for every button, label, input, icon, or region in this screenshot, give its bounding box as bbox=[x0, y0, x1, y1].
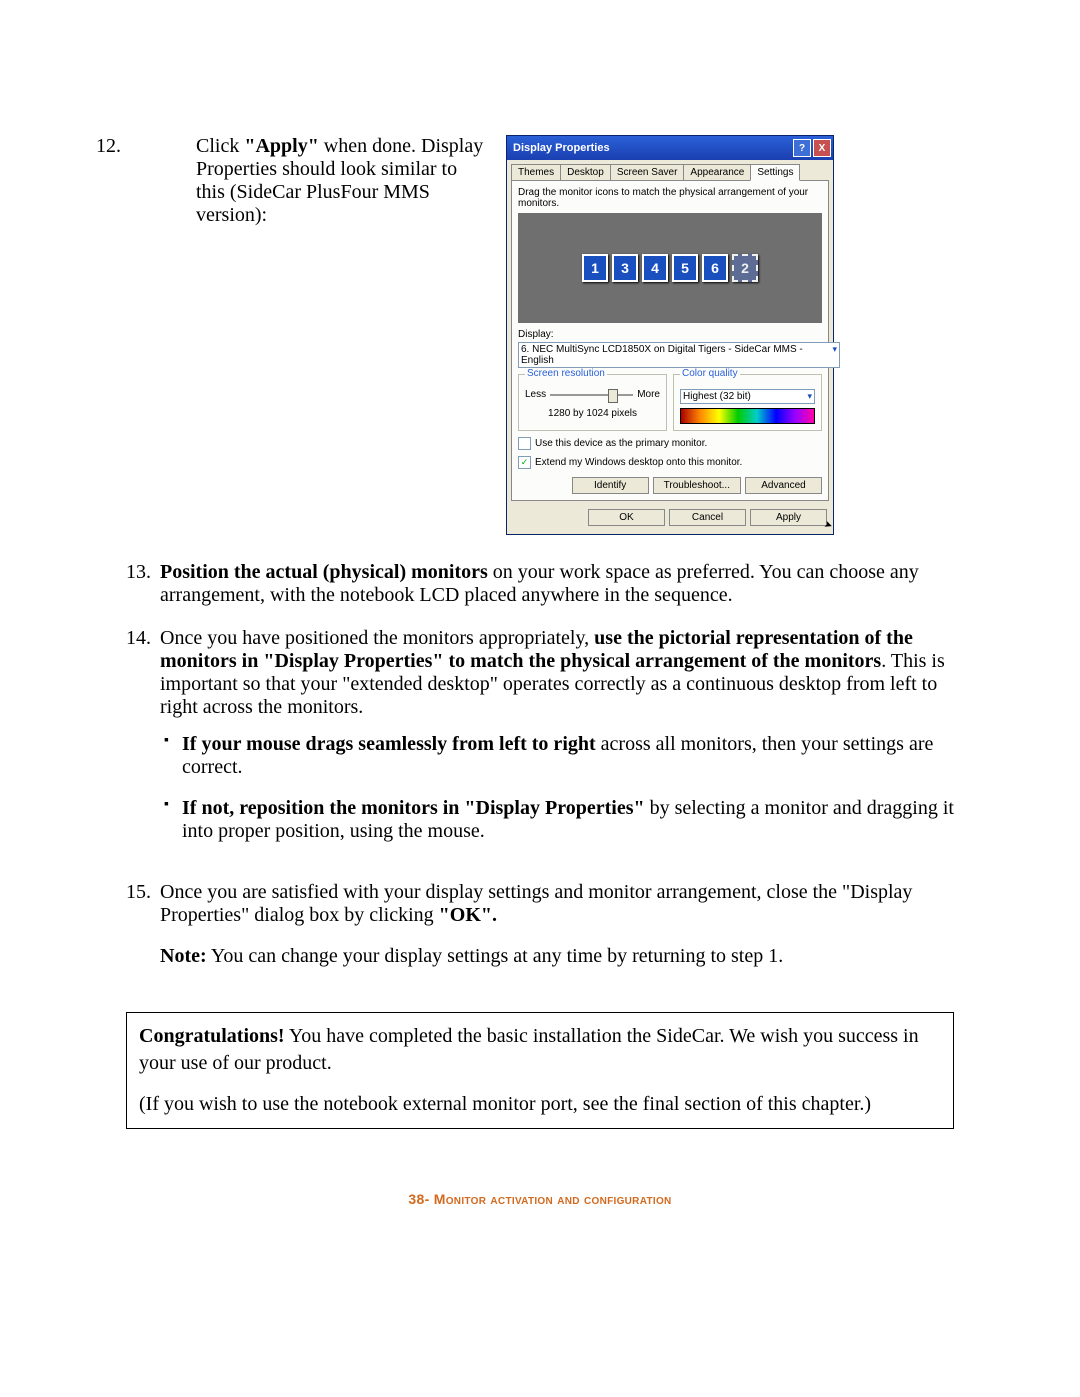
display-label: Display: bbox=[518, 329, 822, 340]
monitor-icon[interactable]: 6 bbox=[702, 254, 728, 282]
tab-settings[interactable]: Settings bbox=[750, 164, 800, 181]
slider-less-label: Less bbox=[525, 389, 546, 400]
primary-monitor-checkbox[interactable] bbox=[518, 437, 531, 450]
help-button[interactable]: ? bbox=[793, 139, 811, 157]
cancel-button[interactable]: Cancel bbox=[669, 509, 746, 526]
apply-button[interactable]: Apply bbox=[750, 509, 827, 526]
page-number: 38- bbox=[408, 1191, 429, 1207]
note-text: You can change your display settings at … bbox=[207, 945, 784, 967]
troubleshoot-button[interactable]: Troubleshoot... bbox=[653, 477, 741, 494]
step-number: 12. bbox=[96, 135, 121, 158]
close-button[interactable]: X bbox=[813, 139, 831, 157]
tab-themes[interactable]: Themes bbox=[511, 164, 561, 180]
monitor-icon[interactable]: 2 bbox=[732, 254, 758, 282]
monitor-arrangement-area[interactable]: 1 3 4 5 6 2 bbox=[518, 213, 822, 323]
color-preview bbox=[680, 408, 815, 424]
bullet-bold: If not, reposition the monitors in "Disp… bbox=[182, 797, 645, 819]
step-bold: "OK". bbox=[439, 904, 497, 926]
checkbox-label: Extend my Windows desktop onto this moni… bbox=[535, 457, 742, 468]
monitor-icon[interactable]: 5 bbox=[672, 254, 698, 282]
advanced-button[interactable]: Advanced bbox=[745, 477, 822, 494]
extend-desktop-checkbox[interactable]: ✓ bbox=[518, 456, 531, 469]
congratulations-box: Congratulations! You have completed the … bbox=[126, 1012, 954, 1129]
step-text: Once you have positioned the monitors ap… bbox=[160, 627, 594, 649]
display-select[interactable]: 6. NEC MultiSync LCD1850X on Digital Tig… bbox=[518, 342, 840, 368]
color-quality-group: Color quality Highest (32 bit) bbox=[673, 374, 822, 431]
window-title: Display Properties bbox=[513, 142, 610, 154]
resolution-value: 1280 by 1024 pixels bbox=[525, 408, 660, 419]
tab-screensaver[interactable]: Screen Saver bbox=[610, 164, 685, 180]
arrangement-instruction: Drag the monitor icons to match the phys… bbox=[518, 187, 822, 209]
tab-desktop[interactable]: Desktop bbox=[560, 164, 611, 180]
chapter-name: Monitor activation and configuration bbox=[430, 1191, 672, 1207]
tab-appearance[interactable]: Appearance bbox=[683, 164, 751, 180]
step-text: Once you are satisfied with your display… bbox=[160, 881, 912, 926]
tab-strip: Themes Desktop Screen Saver Appearance S… bbox=[507, 160, 833, 180]
color-quality-select[interactable]: Highest (32 bit) bbox=[680, 389, 815, 404]
resolution-slider[interactable] bbox=[550, 394, 633, 396]
note-bold: Note: bbox=[160, 945, 207, 967]
bullet-bold: If your mouse drags seamlessly from left… bbox=[182, 733, 596, 755]
congrats-note: (If you wish to use the notebook externa… bbox=[139, 1091, 941, 1118]
step-bold: Position the actual (physical) monitors bbox=[160, 561, 488, 583]
group-title: Screen resolution bbox=[525, 368, 607, 379]
screen-resolution-group: Screen resolution Less More 1280 by 1024… bbox=[518, 374, 667, 431]
ok-button[interactable]: OK bbox=[588, 509, 665, 526]
slider-more-label: More bbox=[637, 389, 660, 400]
identify-button[interactable]: Identify bbox=[572, 477, 649, 494]
monitor-icon[interactable]: 4 bbox=[642, 254, 668, 282]
step-number: 14. bbox=[126, 627, 156, 861]
congrats-bold: Congratulations! bbox=[139, 1025, 285, 1047]
step-number: 15. bbox=[126, 881, 156, 988]
group-title: Color quality bbox=[680, 368, 740, 379]
page-footer: 38- Monitor activation and configuration bbox=[0, 1191, 1080, 1207]
step-text: Click bbox=[196, 135, 244, 157]
display-properties-window: Display Properties ? X Themes Desktop Sc… bbox=[506, 135, 834, 535]
checkbox-label: Use this device as the primary monitor. bbox=[535, 438, 707, 449]
monitor-icon[interactable]: 1 bbox=[582, 254, 608, 282]
titlebar[interactable]: Display Properties ? X bbox=[507, 136, 833, 160]
monitor-icon[interactable]: 3 bbox=[612, 254, 638, 282]
step-bold: "Apply" bbox=[244, 135, 318, 157]
step-number: 13. bbox=[126, 561, 156, 607]
